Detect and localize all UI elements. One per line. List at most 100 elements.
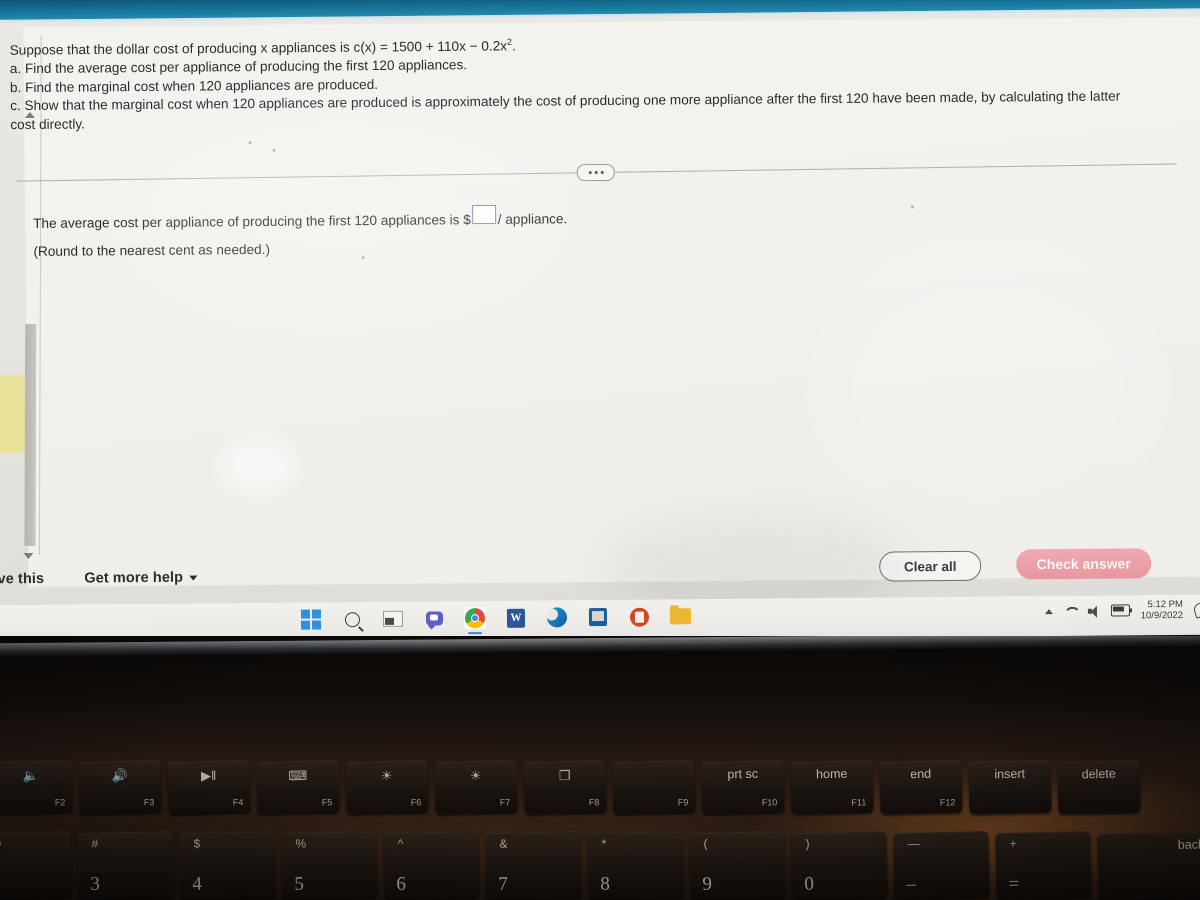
key-shift-label: #	[91, 836, 99, 851]
key-top-label: prt sc	[727, 766, 759, 782]
key-delete-key[interactable]: delete	[1057, 760, 1141, 814]
chrome-glyph	[464, 608, 486, 629]
chat-icon[interactable]	[423, 607, 445, 629]
start-icon[interactable]	[300, 608, 322, 630]
answer-line: The average cost per appliance of produc…	[33, 203, 733, 234]
scroll-up-arrow-icon[interactable]	[24, 111, 35, 119]
check-answer-button[interactable]: Check answer	[1016, 548, 1152, 580]
key-=[interactable]: + =	[995, 831, 1092, 899]
key-end-key[interactable]: end F12	[879, 760, 963, 814]
key-volume-up-icon[interactable]: 🔊 F3	[78, 760, 162, 814]
key-display-switch-icon[interactable]: ❐ F8	[523, 760, 607, 814]
key-fn-label: F6	[410, 797, 422, 808]
dust-speck-1	[248, 141, 252, 145]
key-brightness-up-icon[interactable]: ☀ F7	[434, 760, 518, 814]
get-more-help-label: Get more help	[84, 569, 184, 587]
key-top-label: home	[815, 766, 848, 782]
problem-line-1-suffix: .	[511, 38, 516, 54]
task-view-icon[interactable]	[382, 608, 404, 630]
key-–[interactable]: — –	[893, 831, 990, 899]
answer-block: The average cost per appliance of produc…	[33, 203, 733, 261]
key-fn-label: F11	[851, 797, 867, 808]
key-brightness-down-icon[interactable]: ☀ F6	[345, 760, 429, 814]
answer-input[interactable]	[471, 204, 496, 225]
key-top-label: backspace	[1177, 836, 1200, 852]
key-7[interactable]: & 7	[485, 831, 582, 899]
dot-1	[588, 171, 592, 175]
clock[interactable]: 5:12 PM 10/9/2022	[1141, 599, 1183, 621]
key-2[interactable]: @2	[0, 831, 72, 899]
key-base-label: 6	[396, 873, 407, 895]
key-fn-label: F3	[143, 797, 155, 808]
key-shift-label: %	[295, 836, 307, 851]
problem-line-1-minus: − 0.2x	[469, 38, 508, 54]
key-print-screen-key[interactable]: prt sc F10	[701, 760, 785, 814]
key-shift-label: ^	[397, 836, 404, 851]
key-6[interactable]: ^ 6	[383, 831, 480, 899]
laptop-hinge	[0, 636, 1200, 658]
browser-viewport: Suppose that the dollar cost of producin…	[0, 12, 1200, 614]
word-icon[interactable]: W	[505, 607, 527, 629]
key-4[interactable]: $4	[179, 831, 276, 899]
key-shift-label: *	[601, 836, 607, 851]
folder-glyph	[669, 608, 691, 625]
battery-icon[interactable]	[1110, 604, 1130, 617]
powerpoint-icon[interactable]	[628, 606, 650, 628]
scroll-down-arrow-icon[interactable]	[23, 552, 34, 560]
key-home-key[interactable]: home F11	[790, 760, 874, 814]
key-shift-label: —	[907, 836, 920, 851]
help-me-solve-this-link[interactable]: solve this	[0, 571, 44, 588]
chrome-icon[interactable]	[463, 607, 487, 630]
key-insert-key[interactable]: insert	[968, 760, 1052, 814]
clear-all-button[interactable]: Clear all	[879, 550, 982, 582]
powerpoint-glyph	[629, 607, 649, 627]
laptop-screen-photo: Suppose that the dollar cost of producin…	[0, 0, 1200, 900]
key-play-pause-icon[interactable]: ▶‖ F4	[167, 760, 251, 814]
dot-3	[600, 171, 604, 175]
key-top-label: delete	[1081, 766, 1116, 782]
key-f-F9[interactable]: F9	[612, 760, 696, 814]
key-base-label: 8	[600, 873, 611, 895]
play-pause-icon: ▶‖	[200, 767, 217, 784]
dot-2	[594, 171, 598, 175]
key-shift-label: @	[0, 836, 2, 850]
key-9[interactable]: (9	[689, 831, 786, 899]
key-top-label: insert	[994, 766, 1026, 782]
magnifier-glyph	[344, 611, 360, 627]
key-0[interactable]: ) 0	[791, 831, 888, 899]
dust-speck-2	[272, 148, 276, 152]
volume-icon[interactable]	[1088, 605, 1100, 616]
edge-icon[interactable]	[546, 606, 568, 628]
file-explorer-icon[interactable]	[669, 605, 691, 627]
keyboard-function-row: 🔈 F2 🔊 F3 ▶‖ F4 ⌨ F5 ☀ F6 ☀ F7 ❐ F8 F9 prt sc F10 home F11…	[0, 760, 1141, 814]
exercise-scrollbar[interactable]	[21, 108, 40, 563]
key-8[interactable]: * 8	[587, 831, 684, 899]
clock-time: 5:12 PM	[1147, 598, 1183, 611]
key-backspace[interactable]: backspace	[1097, 830, 1200, 900]
search-icon[interactable]	[341, 608, 363, 630]
problem-line-1-prefix: Suppose that the dollar cost of producin…	[9, 38, 470, 58]
get-more-help-link[interactable]: Get more help	[84, 569, 198, 587]
task-view-glyph	[382, 610, 404, 627]
key-volume-down-icon[interactable]: 🔈 F2	[0, 760, 73, 814]
expander-dots-button[interactable]	[576, 163, 615, 182]
answer-units-text: / appliance.	[497, 211, 568, 227]
taskbar-icon-group: W	[300, 605, 691, 630]
wifi-icon[interactable]	[1064, 606, 1077, 616]
key-keyboard-backlight-icon[interactable]: ⌨ F5	[256, 760, 340, 814]
key-3[interactable]: #3	[77, 831, 174, 899]
store-icon[interactable]	[587, 606, 609, 628]
problem-statement: Suppose that the dollar cost of producin…	[10, 27, 1191, 134]
scrollbar-thumb[interactable]	[24, 323, 37, 547]
laptop-body: 🔈 F2 🔊 F3 ▶‖ F4 ⌨ F5 ☀ F6 ☀ F7 ❐ F8 F9 prt sc F10 home F11…	[0, 636, 1200, 900]
show-hidden-icons-chevron-icon[interactable]	[1044, 608, 1053, 614]
notification-bell-icon[interactable]	[1191, 600, 1200, 619]
key-fn-label: F7	[499, 797, 511, 808]
dust-speck-4	[911, 205, 915, 209]
key-shift-label: (	[703, 836, 708, 851]
key-5[interactable]: % 5	[281, 831, 378, 899]
key-fn-label: F9	[677, 797, 689, 808]
windows-logo-icon	[300, 609, 322, 630]
key-fn-label: F4	[232, 797, 244, 808]
key-base-label: 3	[90, 873, 101, 895]
